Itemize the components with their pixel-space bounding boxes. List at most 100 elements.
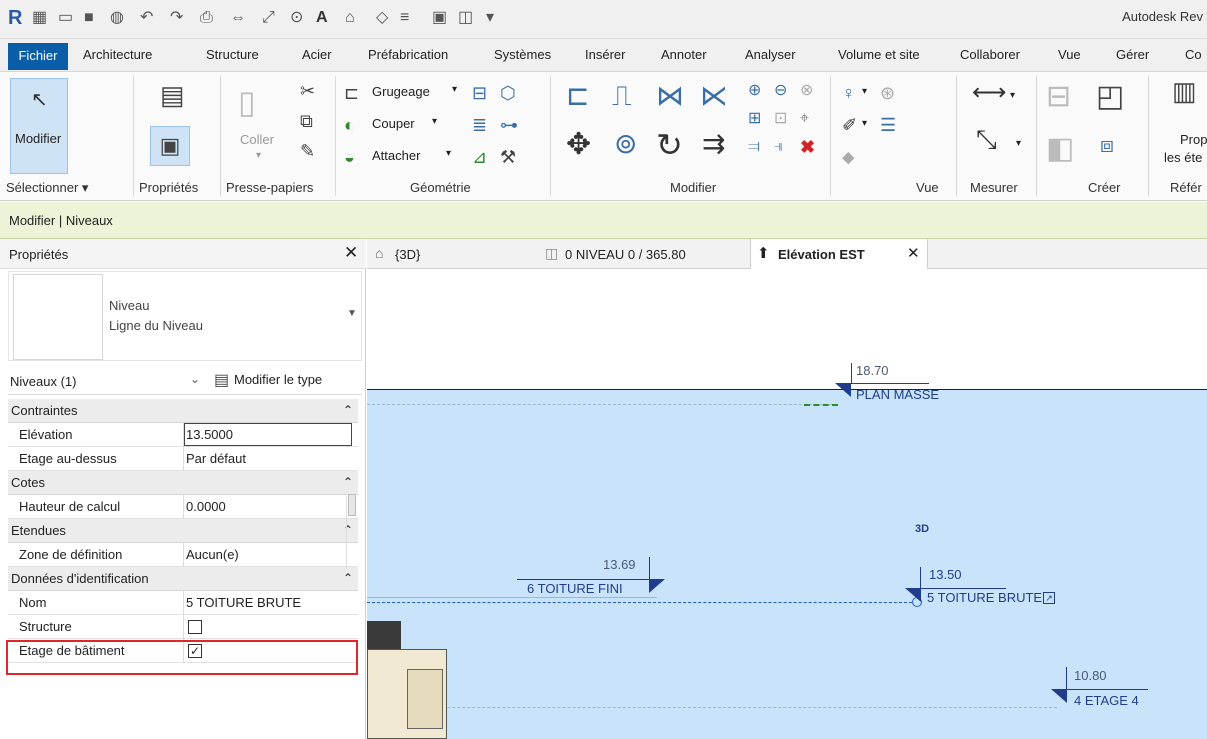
view-tab-3d[interactable]: {3D} — [395, 247, 420, 262]
view-filter-icon[interactable]: ⬥ — [842, 146, 855, 168]
tab-prefabrication[interactable]: Préfabrication — [368, 47, 448, 62]
property-value[interactable]: 0.0000 — [186, 495, 226, 518]
close-tab-icon[interactable]: ✕ — [907, 244, 920, 262]
revit-logo[interactable]: R — [8, 7, 22, 29]
level-elevation[interactable]: 10.80 — [1074, 668, 1107, 683]
close-hidden-windows-icon[interactable]: ▣ — [432, 8, 447, 28]
level-elevation[interactable]: 13.69 — [603, 557, 636, 572]
text-icon[interactable]: A — [316, 8, 328, 28]
redo-icon[interactable]: ↷ — [170, 8, 183, 28]
sync-icon[interactable]: ◍ — [110, 8, 124, 28]
collapse-icon[interactable]: ⌃ — [343, 471, 353, 494]
tab-architecture[interactable]: Architecture — [83, 47, 152, 62]
proprietes-line2[interactable]: les éte — [1164, 150, 1202, 165]
beam-column-joins-icon[interactable]: ⊶ — [500, 114, 518, 136]
hide-in-view-icon[interactable]: ♀ — [842, 82, 856, 104]
override-graphics-icon[interactable]: ⊛ — [880, 82, 895, 104]
linework-dropdown-icon[interactable]: ▾ — [862, 118, 867, 129]
line-style-icon[interactable]: ☰ — [880, 114, 896, 136]
tab-systemes[interactable]: Systèmes — [494, 47, 551, 62]
pin-icon[interactable]: ⌖ — [800, 108, 809, 130]
couper-dropdown-icon[interactable]: ▾ — [432, 116, 437, 127]
collapse-icon[interactable]: ⌃ — [343, 567, 353, 590]
tab-analyser[interactable]: Analyser — [745, 47, 796, 62]
cut-icon[interactable]: ✂ — [300, 80, 315, 102]
level-name[interactable]: 4 ETAGE 4 — [1074, 693, 1139, 708]
mirror-pick-axis-icon[interactable]: ⋈ — [656, 80, 684, 112]
category-contraintes[interactable]: Contraintes ⌃ — [8, 399, 358, 423]
delete-icon[interactable]: ✖ — [800, 136, 815, 158]
level-elevation[interactable]: 18.70 — [856, 363, 889, 378]
tab-acier[interactable]: Acier — [302, 47, 332, 62]
dimension-dropdown-icon[interactable]: ▾ — [1016, 138, 1021, 149]
open-icon[interactable]: ▭ — [58, 8, 73, 28]
view-tab-niveau-0[interactable]: 0 NIVEAU 0 / 365.80 — [565, 247, 686, 262]
grugeage-label[interactable]: Grugeage — [372, 84, 430, 99]
edit-level-icon[interactable]: ↗ — [1043, 592, 1055, 604]
trim-multiple-icon[interactable]: ⫤ — [748, 136, 760, 158]
create-parts-icon[interactable]: ◧ — [1046, 132, 1074, 166]
section-icon[interactable]: ◇ — [376, 8, 388, 28]
mirror-draw-axis-icon[interactable]: ⋉ — [700, 80, 728, 112]
type-properties-icon[interactable]: ▤ — [160, 82, 185, 108]
create-similar-icon[interactable]: ⧈ — [1100, 132, 1114, 158]
trim-extend-icon[interactable]: ⇉ — [702, 128, 725, 160]
save-icon[interactable]: ■ — [84, 8, 94, 28]
print-icon[interactable]: ⎙ — [200, 8, 213, 28]
switch-windows-icon[interactable]: ◫ — [458, 8, 473, 28]
hide-dropdown-icon[interactable]: ▾ — [862, 86, 867, 97]
filter-dropdown-icon[interactable]: ⌄ — [190, 372, 200, 386]
demolish-icon[interactable]: ⊿ — [472, 146, 487, 168]
edit-type-icon[interactable]: ▤ — [214, 370, 229, 390]
tab-structure[interactable]: Structure — [206, 47, 259, 62]
paint-icon[interactable]: ⬡ — [500, 82, 516, 104]
property-value[interactable]: 5 TOITURE BRUTE — [186, 591, 301, 614]
properties-toggle-button[interactable]: ▣ — [150, 126, 190, 166]
reference-plane-icon[interactable]: ▥ — [1172, 78, 1197, 104]
property-value[interactable]: Aucun(e) — [186, 543, 239, 566]
measure-icon[interactable]: ⇔ — [230, 8, 246, 28]
split-gap-icon[interactable]: ⊖ — [774, 80, 787, 102]
level-elevation[interactable]: 13.50 — [929, 567, 962, 582]
category-cotes[interactable]: Cotes ⌃ — [8, 471, 358, 495]
cope-icon[interactable]: ⊏ — [344, 82, 359, 104]
hammer-icon[interactable]: ⚒ — [500, 146, 516, 168]
measure-dropdown-icon[interactable]: ▾ — [1010, 90, 1015, 101]
cut-geometry-icon[interactable]: ◐ — [344, 114, 355, 136]
array-icon[interactable]: ⊞ — [748, 108, 761, 130]
tab-file[interactable]: Fichier — [8, 43, 68, 70]
modifier-button[interactable]: ↖ Modifier — [10, 78, 68, 174]
tab-inserer[interactable]: Insérer — [585, 47, 625, 62]
structure-checkbox[interactable] — [188, 620, 202, 634]
measure-between-icon[interactable]: ⟷ — [972, 81, 1006, 105]
unpin-icon[interactable]: ⊗ — [800, 80, 813, 102]
category-etendues[interactable]: Etendues ⌃ — [8, 519, 358, 543]
attacher-dropdown-icon[interactable]: ▾ — [446, 148, 451, 159]
tab-volume-et-site[interactable]: Volume et site — [838, 47, 920, 62]
wall-joins-icon[interactable]: ≣ — [472, 114, 487, 136]
copy-icon[interactable]: ⧉ — [300, 110, 313, 132]
couper-label[interactable]: Couper — [372, 116, 415, 131]
rotate-icon[interactable]: ↻ — [656, 128, 683, 162]
chevron-down-icon[interactable]: ▼ — [347, 308, 357, 319]
type-selector[interactable]: Niveau Ligne du Niveau ▼ — [8, 271, 362, 361]
scale-icon[interactable]: ⊡ — [774, 108, 787, 130]
tab-annoter[interactable]: Annoter — [661, 47, 707, 62]
thin-lines-icon[interactable]: ≡ — [400, 8, 409, 28]
create-assembly-icon[interactable]: ⊟ — [1046, 80, 1071, 114]
edit-type-button[interactable]: Modifier le type — [234, 372, 322, 387]
create-group-icon[interactable]: ◰ — [1096, 80, 1124, 114]
view-tab-elevation-est[interactable]: Elévation EST — [778, 247, 865, 262]
level-line-toiture-fini[interactable] — [367, 597, 657, 598]
grugeage-dropdown-icon[interactable]: ▾ — [452, 84, 457, 95]
proprietes-line1[interactable]: Prop — [1180, 132, 1207, 147]
copy-element-icon[interactable]: ⊚ — [614, 128, 637, 160]
collapse-icon[interactable]: ⌃ — [343, 399, 353, 422]
match-properties-icon[interactable]: ✎ — [300, 140, 315, 162]
category-donnees-identification[interactable]: Données d'identification ⌃ — [8, 567, 358, 591]
dimension-icon[interactable]: ⤢ — [262, 8, 275, 28]
coller-label[interactable]: Coller — [240, 132, 274, 147]
attacher-label[interactable]: Attacher — [372, 148, 420, 163]
paste-dropdown-icon[interactable]: ▾ — [256, 150, 261, 161]
panel-label-selectionner[interactable]: Sélectionner ▾ — [6, 180, 88, 196]
